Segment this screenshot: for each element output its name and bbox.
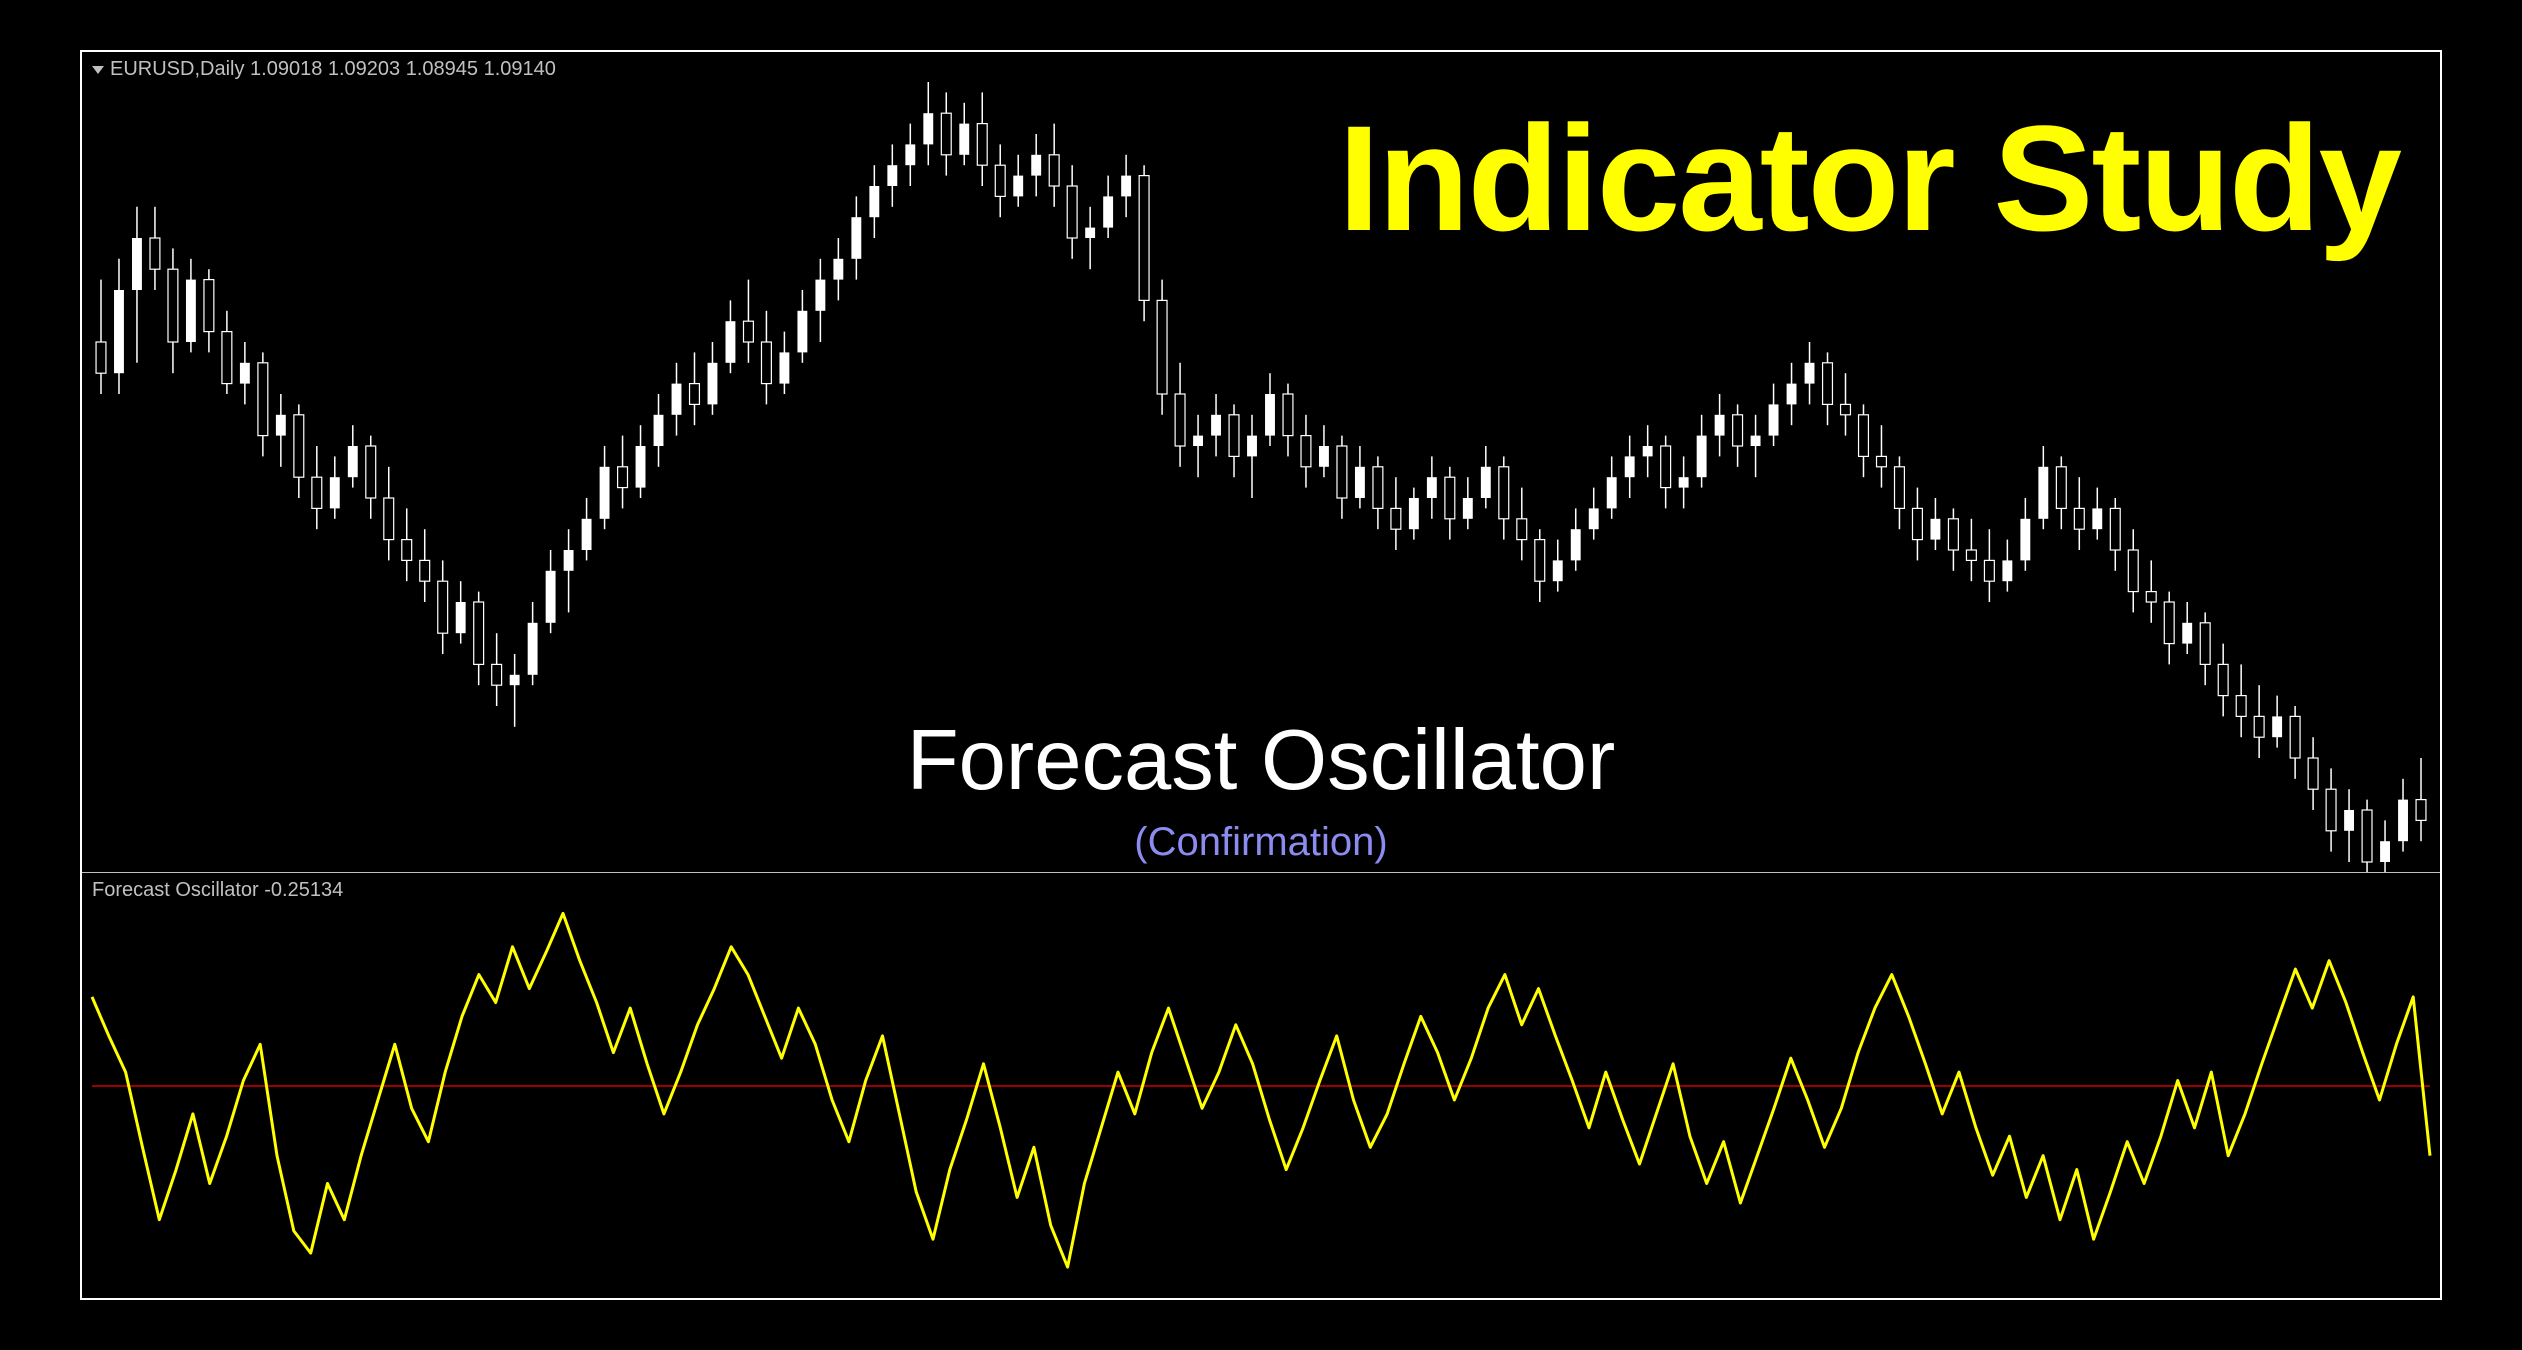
price-pane-label-text: EURUSD,Daily 1.09018 1.09203 1.08945 1.0… bbox=[110, 58, 556, 80]
price-pane-label: EURUSD,Daily 1.09018 1.09203 1.08945 1.0… bbox=[92, 58, 556, 81]
oscillator-chart bbox=[82, 873, 2440, 1301]
overlay-indicator-tag: (Confirmation) bbox=[1134, 820, 1387, 865]
overlay-title: Indicator Study bbox=[1338, 92, 2400, 265]
overlay-indicator-name: Forecast Oscillator bbox=[907, 712, 1616, 810]
indicator-pane[interactable]: Forecast Oscillator -0.25134 bbox=[82, 872, 2440, 1300]
dropdown-triangle-icon[interactable] bbox=[92, 66, 104, 74]
indicator-pane-label: Forecast Oscillator -0.25134 bbox=[92, 879, 343, 902]
chart-window: EURUSD,Daily 1.09018 1.09203 1.08945 1.0… bbox=[80, 50, 2442, 1300]
price-chart-pane[interactable]: EURUSD,Daily 1.09018 1.09203 1.08945 1.0… bbox=[82, 52, 2440, 872]
